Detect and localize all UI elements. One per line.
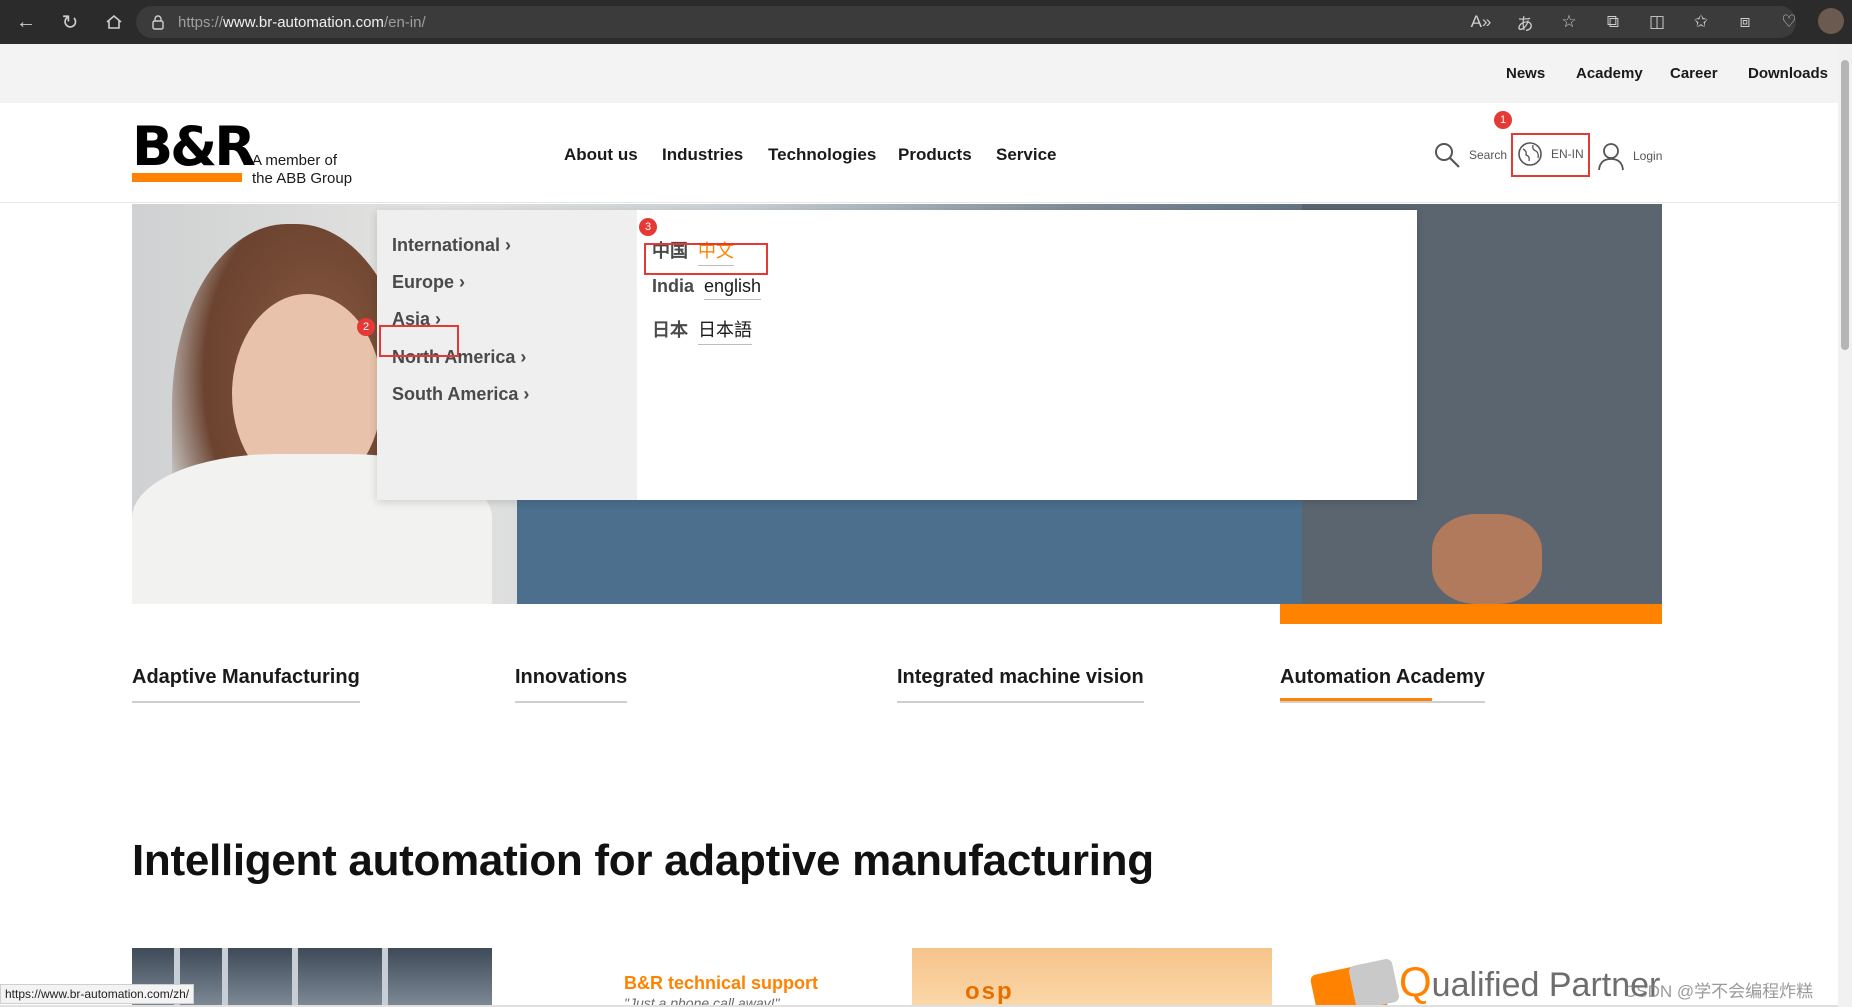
favorite-star-icon[interactable]: ☆: [1554, 8, 1584, 36]
extensions-icon[interactable]: ⧉: [1598, 8, 1628, 36]
region-south-america[interactable]: South America ›: [392, 384, 529, 405]
browser-actions: A» あ ☆ ⧉ ◫ ✩ ⧈ ♡: [1466, 8, 1844, 36]
lock-icon: [150, 14, 166, 30]
utility-link-academy[interactable]: Academy: [1576, 65, 1643, 82]
watermark: CSDN @学不会编程炸糕: [1624, 982, 1814, 1001]
card-qualified-partner[interactable]: Qualified Partner: [1304, 948, 1664, 1007]
nav-technologies[interactable]: Technologies: [768, 145, 876, 165]
url-text: https://www.br-automation.com/en-in/: [178, 13, 426, 31]
region-europe[interactable]: Europe ›: [392, 272, 465, 293]
back-icon[interactable]: ←: [8, 4, 44, 40]
nav-service[interactable]: Service: [996, 145, 1057, 165]
region-international[interactable]: International ›: [392, 235, 511, 256]
browser-toolbar: ← ↻ https://www.br-automation.com/en-in/…: [0, 0, 1852, 44]
active-tab-strip: [1280, 604, 1662, 624]
login-button[interactable]: Login: [1597, 141, 1662, 171]
favorites-icon[interactable]: ✩: [1686, 8, 1716, 36]
asia-highlight-box: [379, 325, 459, 357]
translate-icon[interactable]: あ: [1510, 8, 1540, 36]
nav-industries[interactable]: Industries: [662, 145, 743, 165]
profile-avatar[interactable]: [1818, 8, 1844, 34]
card-osp[interactable]: osp: [912, 948, 1272, 1007]
nav-about-us[interactable]: About us: [564, 145, 638, 165]
status-bar-url: https://www.br-automation.com/zh/: [0, 984, 195, 1004]
language-dropdown: International › Europe › Asia › North Am…: [357, 210, 1417, 500]
card-technical-support[interactable]: B&R technical support "Just a phone call…: [620, 948, 920, 1007]
page-scrollbar[interactable]: [1838, 44, 1852, 1007]
search-button[interactable]: Search: [1433, 141, 1507, 169]
tab-innovations[interactable]: Innovations: [515, 666, 628, 703]
scroll-thumb[interactable]: [1841, 60, 1849, 350]
brand-logo[interactable]: B&R: [132, 120, 256, 182]
reload-icon[interactable]: ↻: [52, 4, 88, 40]
puzzle-piece-icon: [1347, 957, 1401, 1007]
read-aloud-icon[interactable]: A»: [1466, 8, 1496, 36]
home-icon[interactable]: [96, 4, 132, 40]
language-highlight-box: [1511, 133, 1590, 177]
search-icon: [1435, 143, 1460, 168]
hero-hand: [1432, 514, 1542, 604]
utility-link-news[interactable]: News: [1506, 65, 1545, 82]
utility-link-downloads[interactable]: Downloads: [1748, 65, 1828, 82]
tab-adaptive-manufacturing[interactable]: Adaptive Manufacturing: [132, 666, 360, 703]
china-highlight-box: [644, 243, 768, 275]
region-list: International › Europe › Asia › North Am…: [377, 210, 637, 500]
language-option-japan[interactable]: 日本 日本語: [652, 316, 752, 345]
split-screen-icon[interactable]: ◫: [1642, 8, 1672, 36]
browser-essentials-icon[interactable]: ♡: [1774, 8, 1804, 36]
active-tab-underline: [1280, 698, 1432, 701]
nav-products[interactable]: Products: [898, 145, 972, 165]
logo-tagline: A member of the ABB Group: [252, 152, 353, 187]
tab-integrated-machine-vision[interactable]: Integrated machine vision: [897, 666, 1144, 703]
page-headline: Intelligent automation for adaptive manu…: [132, 836, 1154, 885]
annotation-badge-3: 3: [639, 218, 657, 236]
utility-link-career[interactable]: Career: [1670, 65, 1718, 82]
collections-icon[interactable]: ⧈: [1730, 8, 1760, 36]
language-option-india[interactable]: India english: [652, 276, 762, 300]
utility-nav: News Academy Career Downloads: [0, 44, 1838, 103]
annotation-badge-2: 2: [357, 318, 375, 336]
annotation-badge-1: 1: [1494, 111, 1512, 129]
site-header: B&R A member of the ABB Group About us I…: [0, 103, 1838, 203]
user-icon: [1598, 143, 1624, 171]
